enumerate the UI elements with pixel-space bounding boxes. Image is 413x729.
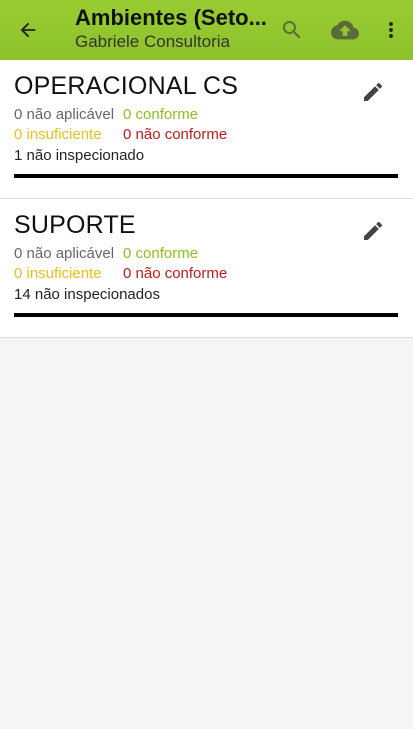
overflow-menu-button[interactable]	[374, 13, 408, 47]
pencil-icon	[364, 221, 383, 240]
edit-button[interactable]	[359, 78, 387, 106]
stat-nao-inspecionado: 1 não inspecionado	[14, 147, 145, 164]
stat-insuficiente: 0 insuficiente	[14, 265, 102, 282]
back-button[interactable]	[12, 14, 44, 46]
sector-name: OPERACIONAL CS	[14, 72, 239, 100]
sector-card[interactable]: SUPORTE 0 não aplicável 0 conforme 0 ins…	[0, 199, 413, 338]
page-subtitle: Gabriele Consultoria	[75, 32, 230, 51]
stat-nao-aplicavel: 0 não aplicável	[14, 245, 115, 262]
stat-nao-conforme: 0 não conforme	[123, 265, 228, 282]
stat-conforme: 0 conforme	[123, 245, 199, 262]
search-icon	[283, 21, 301, 39]
app-bar: Ambientes (Seto... Gabriele Consultoria	[0, 0, 413, 60]
edit-button[interactable]	[359, 217, 387, 245]
stat-nao-conforme: 0 não conforme	[123, 126, 228, 143]
more-vert-icon	[389, 22, 393, 38]
cloud-upload-icon	[331, 20, 359, 40]
pencil-icon	[364, 82, 383, 101]
sector-card[interactable]: OPERACIONAL CS 0 não aplicável 0 conform…	[0, 60, 413, 199]
search-button[interactable]	[275, 13, 309, 47]
title-block: Ambientes (Seto... Gabriele Consultoria	[75, 5, 270, 53]
stat-insuficiente: 0 insuficiente	[14, 126, 102, 143]
page-title: Ambientes (Seto...	[75, 5, 267, 30]
sector-name: SUPORTE	[14, 211, 136, 239]
progress-bar	[14, 174, 398, 178]
stat-nao-aplicavel: 0 não aplicável	[14, 106, 115, 123]
arrow-back-icon	[20, 22, 36, 38]
upload-button[interactable]	[328, 13, 362, 47]
stat-nao-inspecionado: 14 não inspecionados	[14, 286, 160, 303]
stat-conforme: 0 conforme	[123, 106, 199, 123]
progress-bar	[14, 313, 398, 317]
